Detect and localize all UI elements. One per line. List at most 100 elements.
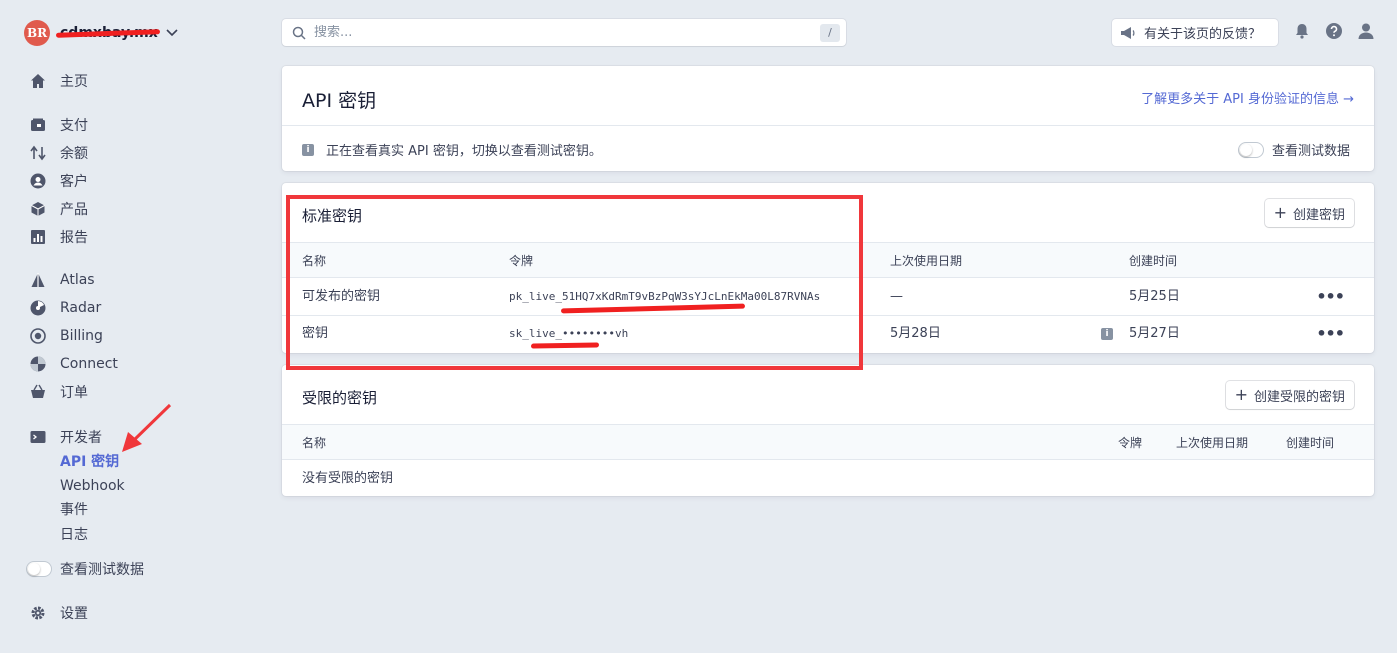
sidebar-test-data-toggle[interactable]: 查看测试数据 [26,559,144,579]
toggle-switch[interactable] [26,561,52,577]
section-title: 标准密钥 [302,207,363,225]
wallet-icon [30,117,46,133]
account-switcher[interactable]: BR cdmxbay.mx [24,18,178,48]
sidebar-item-balance[interactable]: 余额 [30,142,88,164]
sidebar-item-label: Billing [60,328,103,344]
notice-text: 正在查看真实 API 密钥，切换以查看测试密钥。 [326,144,602,159]
table-header: 名称 令牌 上次使用日期 创建时间 [282,424,1374,460]
search-icon [292,26,306,40]
create-key-button[interactable]: + 创建密钥 [1264,199,1354,227]
help-icon[interactable] [1325,22,1343,40]
terminal-icon [30,429,46,445]
column-header-last-used: 上次使用日期 [890,254,963,268]
sidebar-item-label: 客户 [60,174,88,190]
standard-keys-card: 标准密钥 + 创建密钥 名称 令牌 上次使用日期 创建时间 可发布的密钥 pk_… [282,183,1374,353]
sidebar-item-payments[interactable]: 支付 [30,114,88,136]
key-created: 5月27日 [1129,326,1180,341]
sidebar-item-customers[interactable]: 客户 [30,170,88,192]
account-logo: BR [24,20,50,46]
info-icon[interactable]: i [1101,328,1113,340]
column-header-created: 创建时间 [1129,254,1178,268]
feedback-label: 有关于该页的反馈？ [1144,27,1262,42]
column-header-created: 创建时间 [1286,436,1335,450]
sidebar-item-settings[interactable]: 设置 [30,602,88,624]
sidebar-subitem-webhook[interactable]: Webhook [60,476,125,496]
sidebar-item-products[interactable]: 产品 [30,198,88,220]
search-shortcut-key: / [820,23,840,42]
column-header-name: 名称 [302,254,327,268]
user-icon[interactable] [1357,22,1375,40]
basket-icon [30,384,46,400]
sidebar-item-reports[interactable]: 报告 [30,226,88,248]
table-row[interactable]: 可发布的密钥 pk_live_51HQ7xKdRmT9vBzPqW3sYJcLn… [282,279,1374,316]
more-options-icon[interactable]: ••• [1316,279,1345,315]
search-input[interactable] [314,25,820,40]
empty-state-text: 没有受限的密钥 [302,471,394,486]
table-header: 名称 令牌 上次使用日期 创建时间 [282,242,1374,278]
test-data-toggle[interactable]: 查看测试数据 [1237,140,1350,159]
box-icon [30,201,46,217]
button-label: 创建受限的密钥 [1253,389,1345,405]
sidebar-item-label: 报告 [60,230,88,246]
key-name: 密钥 [302,326,329,341]
sidebar-item-billing[interactable]: Billing [30,325,103,347]
column-header-token: 令牌 [1118,436,1143,450]
toggle-label: 查看测试数据 [60,562,144,578]
column-header-token: 令牌 [509,254,534,268]
toggle-label: 查看测试数据 [1271,144,1350,159]
feedback-button[interactable]: 有关于该页的反馈？ [1112,19,1278,46]
key-name: 可发布的密钥 [302,289,381,304]
create-restricted-key-button[interactable]: + 创建受限的密钥 [1225,381,1354,409]
sidebar-item-label: Radar [60,300,102,316]
sidebar-item-home[interactable]: 主页 [30,70,88,92]
divider [282,125,1374,126]
api-keys-header-card: API 密钥 了解更多关于 API 身份验证的信息 → i 正在查看真实 API… [282,66,1374,171]
account-name: cdmxbay.mx [60,25,158,41]
sidebar-item-label: 产品 [60,202,88,218]
atlas-icon [30,272,46,288]
notification-bell-icon[interactable] [1293,22,1311,40]
page-title: API 密钥 [302,90,377,112]
sidebar-item-label: 订单 [60,385,88,401]
plus-icon: + [1234,385,1248,404]
live-mode-notice: i 正在查看真实 API 密钥，切换以查看测试密钥。 [302,140,602,159]
toggle-switch[interactable] [1237,141,1264,158]
user-circle-icon [30,173,46,189]
column-header-name: 名称 [302,436,327,450]
sidebar-item-developers[interactable]: 开发者 [30,426,102,448]
megaphone-icon [1120,26,1136,40]
sidebar: BR cdmxbay.mx 主页 支付 余额 客户 产品 报告 Atlas Ra… [0,0,260,653]
sidebar-item-label: 开发者 [60,430,102,446]
chevron-down-icon [166,26,178,40]
column-header-last-used: 上次使用日期 [1176,436,1249,450]
billing-icon [30,328,46,344]
sidebar-subitem-api-keys[interactable]: API 密钥 [60,452,119,472]
sidebar-item-orders[interactable]: 订单 [30,381,88,403]
gear-icon [30,605,46,621]
info-icon: i [302,143,314,156]
key-token[interactable]: sk_live_••••••••vh [509,327,628,340]
search-bar[interactable]: / [282,19,846,46]
button-label: 创建密钥 [1292,207,1345,223]
sidebar-subitem-events[interactable]: 事件 [60,500,88,520]
bar-chart-icon [30,229,46,245]
sidebar-item-label: 余额 [60,146,88,162]
key-token[interactable]: pk_live_51HQ7xKdRmT9vBzPqW3sYJcLnEkMa00L… [509,290,820,303]
annotation-arrow-icon [122,403,172,452]
key-last-used: 5月28日 [890,326,941,341]
sidebar-item-label: 主页 [60,74,88,90]
sidebar-item-connect[interactable]: Connect [30,353,118,375]
restricted-keys-card: 受限的密钥 + 创建受限的密钥 名称 令牌 上次使用日期 创建时间 没有受限的密… [282,365,1374,496]
plus-icon: + [1273,203,1287,222]
transfer-arrows-icon [30,145,46,161]
table-row[interactable]: 密钥 sk_live_••••••••vh 5月28日 i 5月27日 ••• [282,316,1374,353]
more-options-icon[interactable]: ••• [1316,316,1345,352]
sidebar-item-radar[interactable]: Radar [30,297,101,319]
learn-more-link[interactable]: 了解更多关于 API 身份验证的信息 → [1141,88,1354,107]
sidebar-item-atlas[interactable]: Atlas [30,269,95,291]
sidebar-subitem-logs[interactable]: 日志 [60,525,88,545]
key-created: 5月25日 [1129,289,1180,304]
connect-icon [30,356,46,372]
sidebar-item-label: Connect [60,356,118,372]
sidebar-item-label: 设置 [60,606,88,622]
